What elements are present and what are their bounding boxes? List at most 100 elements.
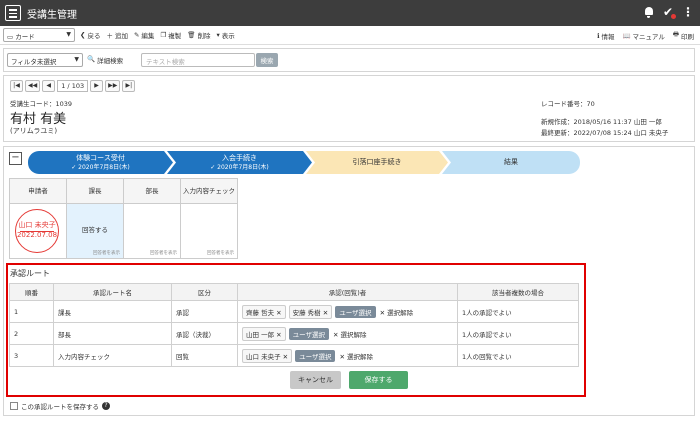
header-department-head: 部長 bbox=[123, 178, 181, 204]
collapse-button[interactable]: − bbox=[9, 152, 22, 165]
chevron-down-icon: ▼ bbox=[66, 31, 71, 38]
row-multiple: 1人の承認でよい bbox=[457, 300, 579, 323]
input-check-cell: 回答者を表示 bbox=[180, 203, 238, 259]
last-page-button[interactable]: ▶| bbox=[122, 80, 136, 92]
display-button[interactable]: ▾ 表示 bbox=[217, 30, 235, 40]
page-number: 1 / 103 bbox=[57, 80, 89, 92]
approver-chip[interactable]: 齊藤 哲夫 ✕ bbox=[242, 304, 286, 319]
help-icon[interactable]: ? bbox=[102, 402, 110, 410]
stamp-name: 山口 未央子 bbox=[18, 221, 56, 229]
next-fast-button[interactable]: ▶▶ bbox=[105, 80, 121, 92]
approval-stamp: 山口 未央子 2022.07.08 bbox=[15, 209, 59, 253]
back-label: 戻る bbox=[87, 32, 101, 40]
card-icon: ▭ bbox=[7, 33, 14, 41]
show-responder-label[interactable]: 回答者を表示 bbox=[207, 250, 234, 256]
step-enrollment[interactable]: 入会手続き ✓ 2020年7月8日(木) bbox=[167, 151, 312, 174]
department-head-cell: 回答者を表示 bbox=[123, 203, 181, 259]
row-order: 3 bbox=[9, 344, 54, 367]
table-row: 1 課長 承認 齊藤 哲夫 ✕ 安藤 秀樹 ✕ ユーザ選択 ✕ 選択解除 1人の承認で… bbox=[9, 300, 579, 323]
notification-dot bbox=[671, 14, 676, 19]
step-label: 結果 bbox=[504, 158, 518, 166]
display-label: 表示 bbox=[221, 32, 235, 40]
approver-chip[interactable]: 安藤 秀樹 ✕ bbox=[288, 304, 333, 319]
search-icon: 🔍 bbox=[87, 55, 96, 63]
book-icon: 📖 bbox=[622, 31, 631, 40]
col-kind: 区分 bbox=[171, 283, 238, 301]
approval-check-icon[interactable]: ✔ bbox=[663, 5, 676, 19]
show-responder-label[interactable]: 回答者を表示 bbox=[93, 250, 120, 256]
approver-chip[interactable]: 山口 未央子 ✕ bbox=[242, 348, 293, 363]
row-route-name: 部長 bbox=[53, 322, 172, 345]
printer-icon: 🖶 bbox=[672, 30, 679, 38]
clear-selection-button[interactable]: ✕ 選択解除 bbox=[339, 353, 373, 361]
row-kind: 回覧 bbox=[171, 344, 238, 367]
step-result[interactable]: 結果 bbox=[442, 151, 580, 174]
copy-button[interactable]: ❐ 複製 bbox=[160, 30, 181, 40]
row-order: 2 bbox=[9, 322, 54, 345]
student-name: 有村 有美 bbox=[10, 112, 67, 127]
workflow-steps: 体験コース受付 ✓ 2020年7月8日(木) 入会手続き ✓ 2020年7月8日… bbox=[28, 151, 580, 174]
save-route-checkbox[interactable] bbox=[10, 402, 18, 410]
pager: |◀ ◀◀ ◀ 1 / 103 ▶ ▶▶ ▶| bbox=[10, 80, 136, 92]
col-approvers: 承認(回覧)者 bbox=[237, 283, 458, 301]
menu-icon[interactable] bbox=[5, 5, 21, 21]
save-route-option: この承認ルートを保存する ? bbox=[10, 401, 110, 411]
more-options-icon[interactable]: ⋮ bbox=[682, 5, 694, 19]
edit-label: 編集 bbox=[141, 32, 155, 40]
back-button[interactable]: ❮ 戻る bbox=[80, 30, 100, 40]
row-route-name: 課長 bbox=[53, 300, 172, 323]
approval-stamp-table: 申請者 課長 部長 入力内容チェック 山口 未央子 2022.07.08 回答す… bbox=[9, 178, 238, 259]
record-number: レコード番号：70 bbox=[541, 100, 595, 108]
manual-button[interactable]: 📖 マニュアル bbox=[622, 30, 664, 41]
answer-button[interactable]: 回答する bbox=[67, 224, 123, 234]
info-icon: ℹ bbox=[596, 31, 600, 40]
col-order: 順番 bbox=[9, 283, 54, 301]
info-button[interactable]: ℹ 情報 bbox=[597, 30, 614, 41]
app-title: 受講生管理 bbox=[27, 10, 77, 21]
text-search-input[interactable]: テキスト検索 bbox=[141, 53, 255, 67]
edit-button[interactable]: ✎ 編集 bbox=[134, 30, 154, 40]
next-page-button[interactable]: ▶ bbox=[90, 80, 104, 92]
step-date: 2020年7月8日(木) bbox=[217, 164, 269, 171]
filter-select[interactable]: フィルタ未選択 ▼ bbox=[7, 53, 83, 67]
prev-page-button[interactable]: ◀ bbox=[42, 80, 56, 92]
title-bar: 受講生管理 ✔ ⋮ bbox=[0, 0, 700, 26]
view-select[interactable]: ▭ カード ▼ bbox=[3, 28, 75, 42]
approver-chip[interactable]: 山田 一郎 ✕ bbox=[242, 326, 286, 341]
prev-fast-button[interactable]: ◀◀ bbox=[25, 80, 41, 92]
stamp-date: 2022.07.08 bbox=[16, 231, 58, 239]
cancel-button[interactable]: キャンセル bbox=[290, 371, 341, 389]
save-route-label: この承認ルートを保存する bbox=[21, 403, 99, 411]
view-select-value: カード bbox=[15, 33, 35, 41]
step-label: 引落口座手続き bbox=[352, 158, 402, 166]
advanced-search-button[interactable]: 🔍 詳細検索 bbox=[87, 55, 123, 65]
clear-selection-button[interactable]: ✕ 選択解除 bbox=[380, 309, 414, 317]
delete-label: 削除 bbox=[197, 32, 211, 40]
show-responder-label[interactable]: 回答者を表示 bbox=[150, 250, 177, 256]
save-button[interactable]: 保存する bbox=[349, 371, 408, 389]
delete-button[interactable]: 🗑 削除 bbox=[187, 30, 210, 40]
col-route-name: 承認ルート名 bbox=[53, 283, 172, 301]
row-multiple: 1人の承認でよい bbox=[457, 322, 579, 345]
updated-info: 最終更新：2022/07/08 15:24 山口 未央子 bbox=[541, 129, 669, 137]
plus-icon: ＋ bbox=[106, 32, 113, 40]
applicant-cell: 山口 未央子 2022.07.08 bbox=[9, 203, 67, 259]
user-select-button[interactable]: ユーザ選択 bbox=[288, 327, 329, 340]
add-button[interactable]: ＋追加 bbox=[106, 30, 128, 40]
first-page-button[interactable]: |◀ bbox=[10, 80, 23, 92]
print-button[interactable]: 🖶 印刷 bbox=[673, 30, 694, 41]
search-button[interactable]: 検索 bbox=[256, 53, 278, 67]
caret-down-icon: ▾ bbox=[216, 31, 220, 39]
pencil-icon: ✎ bbox=[133, 31, 140, 39]
row-order: 1 bbox=[9, 300, 54, 323]
user-select-button[interactable]: ユーザ選択 bbox=[335, 305, 376, 318]
user-select-button[interactable]: ユーザ選択 bbox=[295, 349, 336, 362]
step-bank-account[interactable]: 引落口座手続き bbox=[306, 151, 448, 174]
step-trial-course[interactable]: 体験コース受付 ✓ 2020年7月8日(木) bbox=[28, 151, 173, 174]
section-chief-cell[interactable]: 回答する 回答者を表示 bbox=[66, 203, 124, 259]
bell-icon[interactable] bbox=[644, 6, 654, 18]
clear-selection-button[interactable]: ✕ 選択解除 bbox=[333, 331, 367, 339]
col-multiple: 該当者複数の場合 bbox=[457, 283, 579, 301]
student-code: 受講生コード：1039 bbox=[10, 100, 73, 108]
row-approvers: 齊藤 哲夫 ✕ 安藤 秀樹 ✕ ユーザ選択 ✕ 選択解除 bbox=[237, 300, 458, 323]
